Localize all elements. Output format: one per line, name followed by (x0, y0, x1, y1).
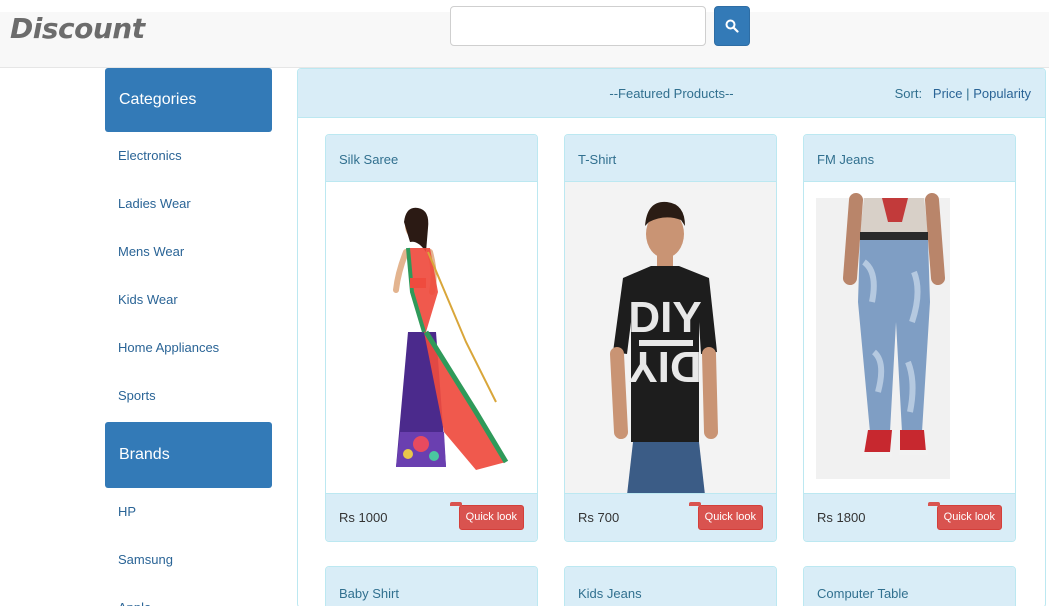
search-input[interactable] (450, 6, 706, 46)
product-name[interactable]: Silk Saree (326, 135, 537, 182)
svg-text:DIY: DIY (628, 342, 701, 391)
brand-logo[interactable]: Discount (10, 12, 145, 45)
product-price: Rs 1000 (339, 510, 388, 525)
quick-look-button[interactable]: Quick look (927, 502, 1002, 530)
sidebar: Categories Electronics Ladies Wear Mens … (105, 68, 272, 606)
panel-heading: --Featured Products-- Sort: Price | Popu… (298, 69, 1045, 118)
sort-label: Sort: (894, 86, 923, 101)
search-button[interactable] (714, 6, 750, 46)
sidebar-item-kids-wear[interactable]: Kids Wear (105, 278, 272, 326)
sidebar-item-hp[interactable]: HP (105, 490, 272, 538)
search-icon (725, 19, 739, 33)
sidebar-item-mens-wear[interactable]: Mens Wear (105, 230, 272, 278)
product-card[interactable]: Silk Saree Rs 1000 Quick look (325, 134, 538, 542)
svg-text:DIY: DIY (628, 293, 701, 342)
product-name[interactable]: Baby Shirt (326, 567, 537, 606)
navbar: Discount (0, 6, 1049, 68)
product-card[interactable]: Baby Shirt (325, 566, 538, 606)
brands-heading: Brands (105, 422, 272, 488)
featured-products-panel: --Featured Products-- Sort: Price | Popu… (297, 68, 1046, 606)
product-price: Rs 1800 (817, 510, 866, 525)
product-image-tshirt[interactable]: DIY DIY (565, 182, 776, 495)
sidebar-item-ladies-wear[interactable]: Ladies Wear (105, 182, 272, 230)
product-name[interactable]: Computer Table (804, 567, 1015, 606)
sidebar-item-electronics[interactable]: Electronics (105, 134, 272, 182)
product-footer: Rs 1000 Quick look (326, 493, 537, 541)
product-image-saree[interactable] (326, 182, 537, 495)
product-card[interactable]: Kids Jeans (564, 566, 777, 606)
sidebar-item-home-appliances[interactable]: Home Appliances (105, 326, 272, 374)
product-name[interactable]: T-Shirt (565, 135, 776, 182)
product-card[interactable]: FM Jeans Rs 1800 Quick look (803, 134, 1016, 542)
product-card[interactable]: Computer Table (803, 566, 1016, 606)
product-price: Rs 700 (578, 510, 620, 525)
product-image-jeans[interactable] (804, 182, 1015, 495)
quick-look-button[interactable]: Quick look (688, 502, 763, 530)
sort-controls: Sort: Price | Popularity (895, 86, 1031, 101)
sort-separator: | (966, 86, 970, 101)
sidebar-item-apple[interactable]: Apple (105, 586, 272, 606)
product-card[interactable]: T-Shirt DIY DIY Rs 700 Quick look (564, 134, 777, 542)
sort-popularity-link[interactable]: Popularity (973, 86, 1031, 101)
sidebar-item-samsung[interactable]: Samsung (105, 538, 272, 586)
sort-price-link[interactable]: Price (933, 86, 963, 101)
product-footer: Rs 700 Quick look (565, 493, 776, 541)
product-name[interactable]: FM Jeans (804, 135, 1015, 182)
sidebar-item-sports[interactable]: Sports (105, 374, 272, 422)
product-footer: Rs 1800 Quick look (804, 493, 1015, 541)
product-name[interactable]: Kids Jeans (565, 567, 776, 606)
quick-look-button[interactable]: Quick look (449, 502, 524, 530)
categories-heading: Categories (105, 68, 272, 132)
